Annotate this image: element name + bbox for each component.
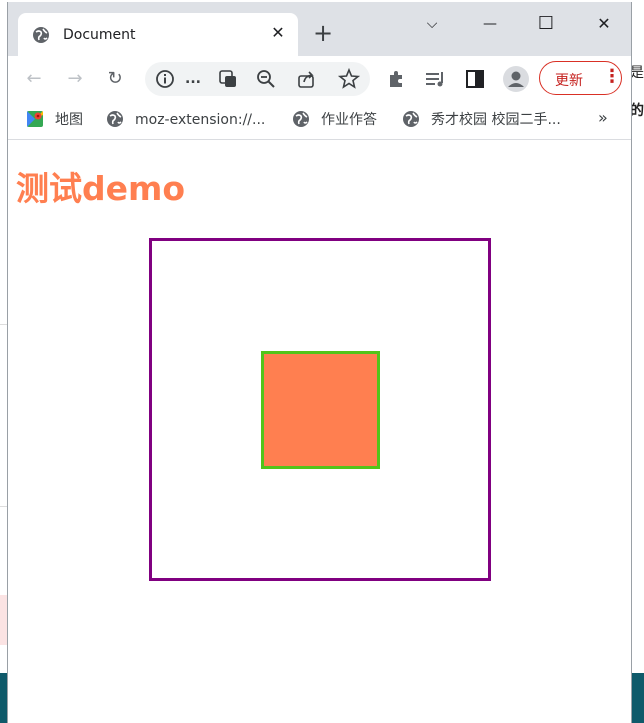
extensions-puzzle-icon[interactable]	[384, 66, 410, 92]
page-heading: 测试demo	[16, 169, 186, 208]
reading-list-icon[interactable]	[422, 66, 448, 92]
site-info-icon[interactable]	[153, 67, 177, 91]
outer-square	[149, 238, 491, 581]
back-button[interactable]: ←	[21, 66, 47, 92]
bookmark-campus-market[interactable]: 秀才校园 校园二手...	[431, 110, 561, 130]
zoom-out-icon[interactable]	[254, 67, 278, 91]
new-tab-button[interactable]: +	[312, 21, 334, 45]
background-divider	[0, 506, 7, 507]
globe-icon	[107, 111, 123, 127]
background-panel	[632, 673, 644, 723]
address-text: ...	[185, 71, 201, 87]
globe-icon	[293, 111, 309, 127]
bookmark-maps[interactable]: 地图	[55, 110, 83, 130]
close-tab-icon[interactable]: ✕	[268, 23, 288, 43]
globe-icon	[33, 27, 49, 43]
share-icon[interactable]	[295, 67, 319, 91]
background-text-fragment: 的	[630, 103, 644, 119]
tab-search-chevron-icon[interactable]: ⌵	[412, 10, 452, 38]
maximize-button[interactable]: ☐	[526, 10, 566, 38]
bookmarks-overflow-chevron-icon[interactable]: »	[598, 108, 608, 127]
side-panel-icon[interactable]	[462, 66, 488, 92]
maps-icon	[27, 111, 43, 127]
background-text-fragment: 是	[630, 65, 644, 81]
more-menu-icon[interactable]: ⋮	[603, 66, 621, 87]
browser-toolbar: ← → ↻ ... G 更新 ⋮	[8, 56, 631, 102]
background-panel	[0, 595, 7, 645]
update-label: 更新	[555, 73, 583, 89]
reload-button[interactable]: ↻	[102, 66, 128, 92]
tab-title: Document	[63, 27, 136, 43]
globe-icon	[403, 111, 419, 127]
translate-icon[interactable]: G	[216, 67, 240, 91]
bookmark-star-icon[interactable]	[337, 67, 361, 91]
update-button[interactable]: 更新 ⋮	[539, 61, 622, 95]
address-bar[interactable]: ... G	[145, 62, 370, 96]
close-window-button[interactable]: ✕	[584, 10, 624, 38]
profile-avatar-icon[interactable]	[503, 66, 529, 92]
title-bar: Document ✕ + ⌵ — ☐ ✕	[8, 2, 631, 56]
background-divider	[0, 324, 7, 325]
tab-document[interactable]: Document ✕	[18, 13, 298, 56]
forward-button[interactable]: →	[62, 66, 88, 92]
minimize-button[interactable]: —	[470, 10, 510, 38]
browser-window: Document ✕ + ⌵ — ☐ ✕ ← → ↻ ... G 更新 ⋮ 地图…	[7, 2, 632, 723]
bookmark-moz-extension[interactable]: moz-extension://...	[135, 110, 265, 130]
svg-text:G: G	[226, 76, 231, 83]
bookmark-homework[interactable]: 作业作答	[321, 110, 377, 130]
inner-square	[261, 351, 380, 469]
bookmarks-bar: 地图 moz-extension://... 作业作答 秀才校园 校园二手...…	[8, 102, 631, 140]
page-content: 测试demo	[8, 141, 631, 723]
